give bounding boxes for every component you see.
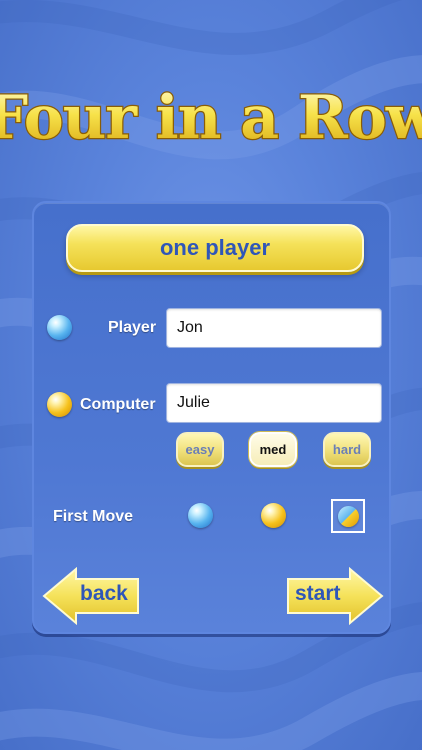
game-title-logo: Four in a Row	[0, 60, 422, 170]
difficulty-hard-button[interactable]: hard	[323, 432, 371, 467]
difficulty-med-button[interactable]: med	[249, 432, 297, 467]
difficulty-easy-button[interactable]: easy	[176, 432, 224, 467]
player-name-field[interactable]: Jon	[166, 308, 382, 348]
first-move-blue-option[interactable]	[188, 503, 213, 528]
yellow-ball-icon	[47, 392, 72, 417]
first-move-yellow-option[interactable]	[261, 503, 286, 528]
one-player-button[interactable]: one player	[66, 224, 364, 272]
computer-name-field[interactable]: Julie	[166, 383, 382, 423]
back-button[interactable]: back	[42, 567, 142, 625]
player-label: Player	[108, 319, 157, 336]
blue-ball-icon	[47, 315, 72, 340]
back-label: back	[80, 582, 128, 605]
start-button[interactable]: start	[284, 567, 384, 625]
computer-label: Computer	[80, 396, 156, 413]
start-label: start	[295, 582, 341, 605]
first-move-label: First Move	[53, 508, 134, 525]
half-ball-icon	[338, 506, 359, 527]
first-move-random-option[interactable]	[331, 499, 365, 533]
title-text: Four in a Row	[0, 83, 422, 153]
